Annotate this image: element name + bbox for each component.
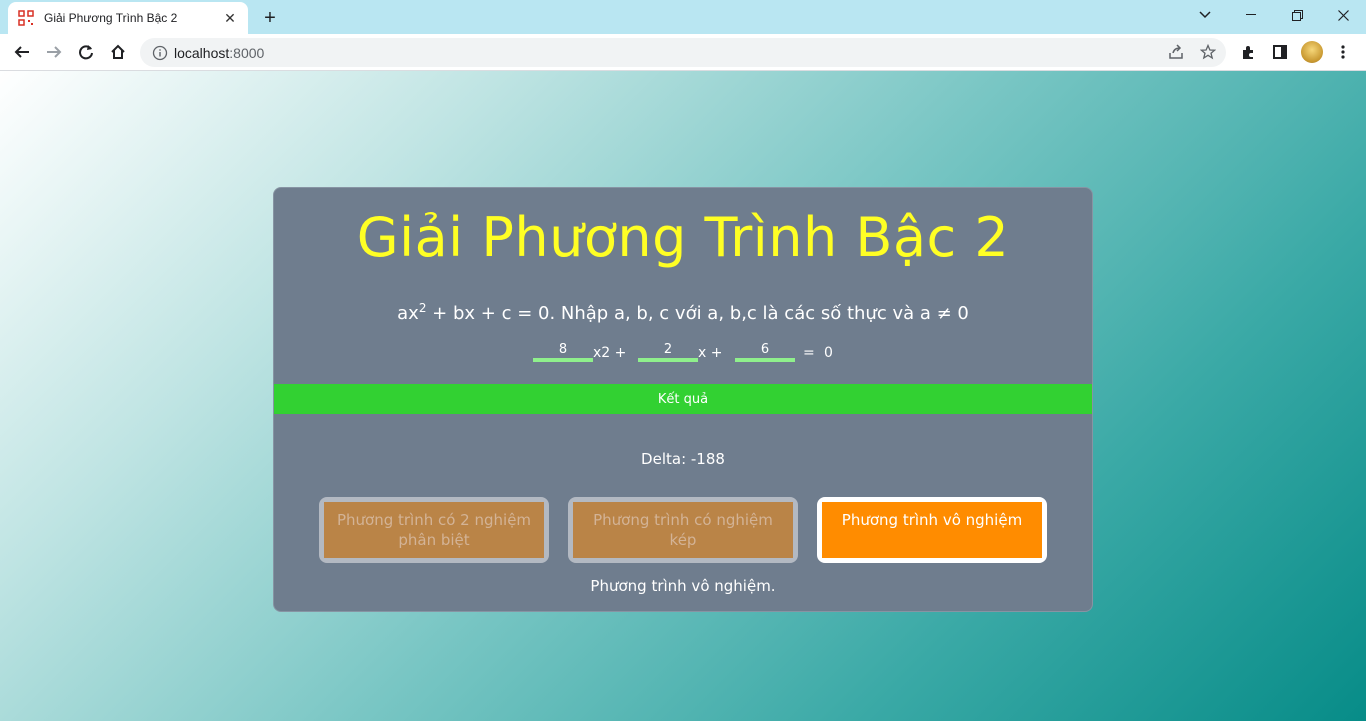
- restore-icon[interactable]: [1274, 0, 1320, 30]
- equation-instructions: ax2 + bx + c = 0. Nhập a, b, c với a, b,…: [274, 301, 1092, 324]
- url-host: localhost: [174, 44, 230, 61]
- back-icon[interactable]: [8, 38, 36, 66]
- coefficient-c-input[interactable]: [735, 342, 795, 362]
- profile-avatar[interactable]: [1301, 41, 1323, 63]
- coefficient-a-input[interactable]: [533, 342, 593, 362]
- equation-input-row: x2 + x + = 0: [274, 340, 1092, 364]
- tab-title: Giải Phương Trình Bậc 2: [44, 11, 178, 25]
- option-no-roots-label: Phương trình vô nghiệm: [822, 502, 1042, 558]
- browser-toolbar: localhost:8000: [0, 34, 1366, 71]
- option-two-roots[interactable]: Phương trình có 2 nghiệm phân biệt: [319, 497, 549, 563]
- coefficient-b-input[interactable]: [638, 342, 698, 362]
- address-bar[interactable]: localhost:8000: [140, 38, 1226, 67]
- site-info-icon[interactable]: [152, 45, 168, 61]
- extensions-icon[interactable]: [1235, 39, 1261, 65]
- solver-card: Giải Phương Trình Bậc 2 ax2 + bx + c = 0…: [273, 187, 1093, 612]
- result-button[interactable]: Kết quả: [274, 384, 1092, 414]
- zero-label: 0: [824, 345, 833, 361]
- x-squared-label: x2 +: [593, 345, 627, 361]
- tab-search-icon[interactable]: [1182, 0, 1228, 30]
- option-no-roots[interactable]: Phương trình vô nghiệm: [817, 497, 1047, 563]
- browser-tabstrip: Giải Phương Trình Bậc 2 ✕ +: [0, 0, 1366, 34]
- qr-favicon-icon: [18, 10, 34, 26]
- url-port: :8000: [229, 44, 265, 61]
- minimize-icon[interactable]: [1228, 0, 1274, 30]
- x-label: x +: [698, 345, 723, 361]
- reload-icon[interactable]: [72, 38, 100, 66]
- page-background: Giải Phương Trình Bậc 2 ax2 + bx + c = 0…: [0, 71, 1366, 721]
- subtitle-prefix: ax: [397, 303, 419, 324]
- option-two-roots-label: Phương trình có 2 nghiệm phân biệt: [324, 502, 544, 558]
- new-tab-icon[interactable]: +: [258, 6, 282, 30]
- option-double-root-label: Phương trình có nghiệm kép: [573, 502, 793, 558]
- conclusion-text: Phương trình vô nghiệm.: [590, 577, 776, 595]
- bookmark-star-icon[interactable]: [1197, 41, 1219, 63]
- close-window-icon[interactable]: [1320, 0, 1366, 30]
- equals-label: =: [803, 345, 815, 361]
- home-icon[interactable]: [104, 38, 132, 66]
- forward-icon[interactable]: [40, 38, 68, 66]
- subtitle-rest: + bx + c = 0. Nhập a, b, c với a, b,c là…: [426, 303, 969, 324]
- tab-close-icon[interactable]: ✕: [222, 10, 238, 26]
- share-icon[interactable]: [1165, 41, 1187, 63]
- side-panel-icon[interactable]: [1267, 39, 1293, 65]
- delta-value: Delta: -188: [641, 450, 725, 468]
- app-title: Giải Phương Trình Bậc 2: [356, 206, 1010, 269]
- option-double-root[interactable]: Phương trình có nghiệm kép: [568, 497, 798, 563]
- browser-tab[interactable]: Giải Phương Trình Bậc 2 ✕: [8, 2, 248, 34]
- menu-kebab-icon[interactable]: [1330, 39, 1356, 65]
